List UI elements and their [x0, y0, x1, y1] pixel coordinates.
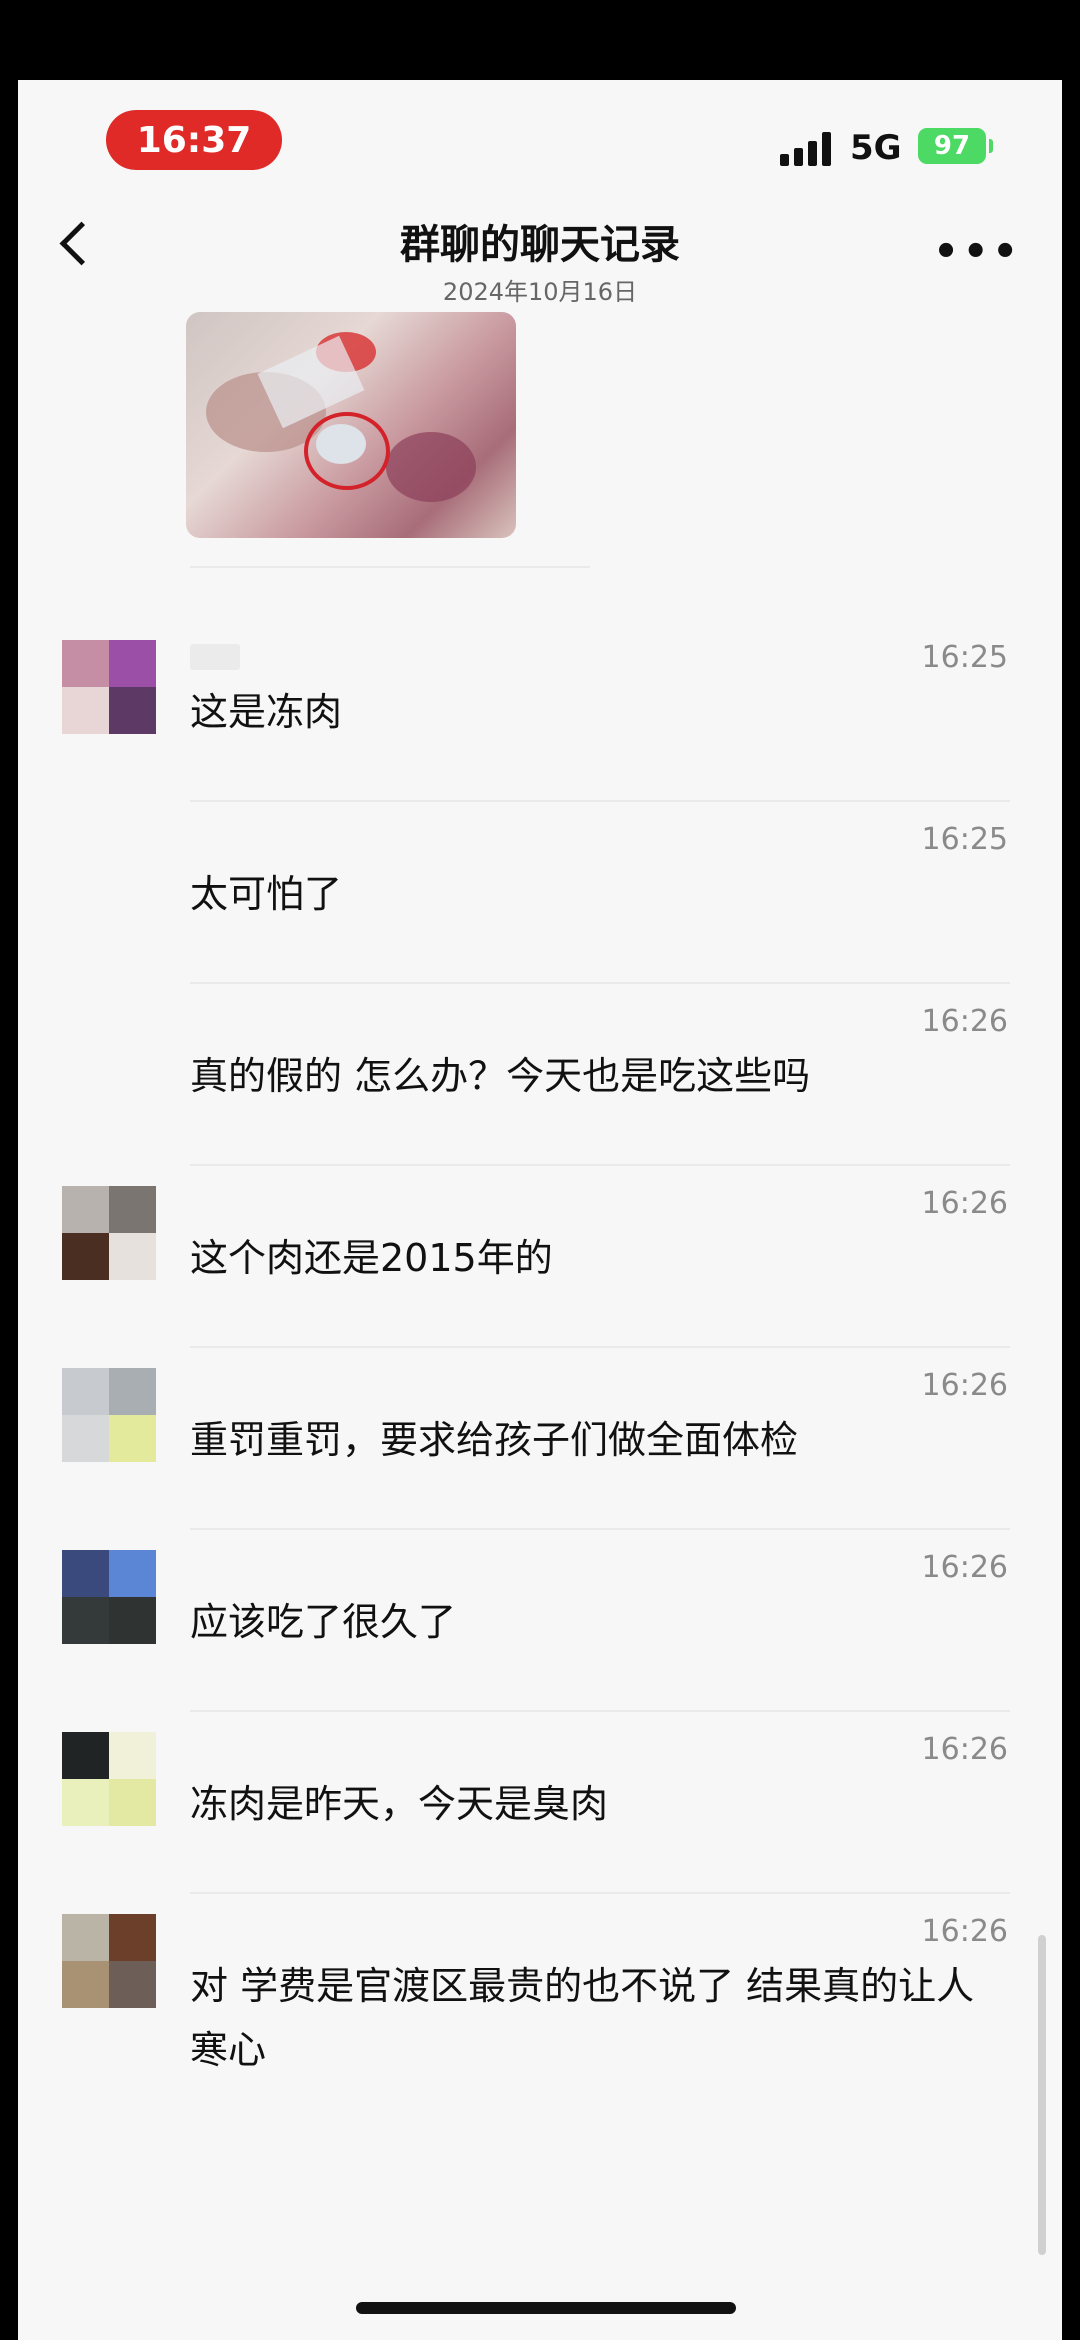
divider: [190, 982, 1010, 984]
sender-name-blurred: [190, 644, 240, 670]
message-time: 16:26: [921, 1732, 1008, 1767]
message-text: 冻肉是昨天，今天是臭肉: [190, 1782, 609, 1826]
avatar-pixel: [109, 1186, 156, 1233]
avatar-pixel: [109, 1961, 156, 2008]
avatar-pixel: [109, 1779, 156, 1826]
message-time: 16:25: [921, 822, 1008, 857]
red-circle-mark: [304, 412, 390, 490]
divider: [190, 566, 590, 568]
message-text: 这个肉还是2015年的: [190, 1236, 553, 1280]
avatar-pixel: [109, 640, 156, 687]
avatar-pixel: [62, 640, 109, 687]
avatar-pixel: [62, 1732, 109, 1779]
message-text: 应该吃了很久了: [190, 1600, 457, 1644]
message-time: 16:26: [921, 1550, 1008, 1585]
page-subtitle: 2024年10月16日: [442, 278, 638, 306]
signal-bars-icon: [780, 132, 836, 166]
divider: [190, 1528, 1010, 1530]
message-text: 重罚重罚，要求给孩子们做全面体检: [190, 1418, 799, 1462]
divider: [190, 1710, 1010, 1712]
avatar-pixel: [109, 1368, 156, 1415]
device-frame: [0, 0, 1080, 80]
message-text: 真的假的 怎么办？今天也是吃这些吗: [190, 1054, 811, 1098]
message-time: 16:25: [921, 640, 1008, 675]
avatar-pixel: [109, 1597, 156, 1644]
avatar-pixel: [109, 687, 156, 734]
home-indicator[interactable]: [356, 2302, 736, 2314]
avatar[interactable]: [62, 1550, 156, 1644]
nav-bar: 群聊的聊天记录 2024年10月16日 •••: [18, 200, 1062, 310]
avatar-pixel: [109, 1233, 156, 1280]
scrollbar[interactable]: [1038, 1935, 1046, 2255]
chat-history-screen: 16:37 5G 97 群聊的聊天记录 2024年10月16日 ••• 16:2…: [18, 80, 1062, 2340]
status-time: 16:37: [106, 110, 282, 170]
divider: [190, 800, 1010, 802]
avatar[interactable]: [62, 1368, 156, 1462]
avatar-pixel: [62, 1186, 109, 1233]
avatar-pixel: [109, 1550, 156, 1597]
divider: [190, 1892, 1010, 1894]
avatar[interactable]: [62, 1732, 156, 1826]
avatar-pixel: [62, 1233, 109, 1280]
avatar-pixel: [62, 1368, 109, 1415]
message-time: 16:26: [921, 1368, 1008, 1403]
message-time: 16:26: [921, 1186, 1008, 1221]
message-time: 16:26: [921, 1914, 1008, 1949]
divider: [190, 1164, 1010, 1166]
avatar-pixel: [62, 1779, 109, 1826]
shared-photo[interactable]: [186, 312, 516, 538]
avatar-pixel: [62, 1914, 109, 1961]
network-type: 5G: [850, 128, 902, 168]
message-time: 16:26: [921, 1004, 1008, 1039]
message-text: 太可怕了: [190, 872, 343, 916]
avatar-pixel: [62, 1961, 109, 2008]
battery-icon: 97: [918, 128, 993, 164]
avatar-pixel: [109, 1914, 156, 1961]
avatar-pixel: [109, 1415, 156, 1462]
divider: [190, 1346, 1010, 1348]
avatar-pixel: [62, 1550, 109, 1597]
avatar-pixel: [62, 687, 109, 734]
avatar[interactable]: [62, 1186, 156, 1280]
page-title: 群聊的聊天记录: [400, 222, 680, 268]
more-horizontal-icon[interactable]: •••: [933, 232, 1022, 272]
message-text: 这是冻肉: [190, 690, 343, 734]
avatar[interactable]: [62, 640, 156, 734]
avatar-pixel: [62, 1415, 109, 1462]
avatar[interactable]: [62, 1914, 156, 2008]
photo-region: [386, 432, 476, 502]
avatar-pixel: [109, 1732, 156, 1779]
status-bar: 16:37 5G 97: [18, 80, 1062, 180]
avatar-pixel: [62, 1597, 109, 1644]
message-text: 对 学费是官渡区最贵的也不说了 结果真的让人寒心: [190, 1964, 975, 2072]
